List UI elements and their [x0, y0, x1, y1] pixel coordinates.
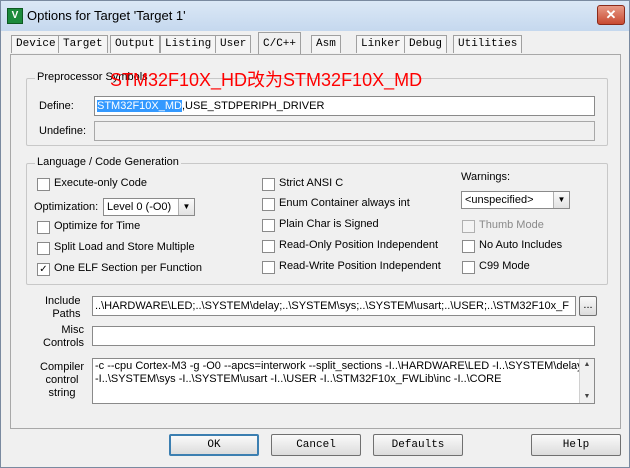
define-selected-text: STM32F10X_MD [97, 100, 182, 112]
close-button[interactable]: ✕ [597, 5, 625, 25]
misc-controls-label: Misc Controls [43, 324, 84, 349]
help-button[interactable]: Help [531, 434, 621, 456]
include-paths-browse-button[interactable]: ... [579, 296, 597, 316]
chevron-down-icon: ▼ [178, 199, 194, 215]
compiler-scrollbar[interactable]: ▲ ▼ [579, 359, 594, 403]
compiler-control-label: Compiler control string [40, 361, 85, 399]
tab-c-cpp[interactable]: C/C++ [258, 32, 302, 54]
optimization-label: Optimization: [34, 201, 99, 213]
language-group: Language / Code Generation Execute-only … [26, 156, 608, 285]
undefine-input[interactable] [94, 121, 595, 141]
define-rest-text: ,USE_STDPERIPH_DRIVER [181, 100, 325, 112]
warnings-label: Warnings: [461, 171, 511, 183]
tab-linker[interactable]: Linker [356, 35, 406, 53]
language-legend: Language / Code Generation [35, 156, 181, 168]
warnings-select[interactable]: <unspecified> ▼ [461, 191, 570, 209]
defaults-button[interactable]: Defaults [373, 434, 463, 456]
tab-debug[interactable]: Debug [404, 35, 448, 53]
title-bar[interactable]: V Options for Target 'Target 1' ✕ [1, 1, 629, 31]
ok-button[interactable]: OK [169, 434, 259, 456]
undefine-label: Undefine: [39, 125, 87, 137]
define-label: Define: [39, 100, 74, 112]
tab-device[interactable]: Device [11, 35, 61, 53]
scroll-up-icon[interactable]: ▲ [580, 359, 594, 371]
include-paths-input[interactable]: ..\HARDWARE\LED;..\SYSTEM\delay;..\SYSTE… [92, 296, 576, 316]
optimization-select[interactable]: Level 0 (-O0) ▼ [103, 198, 195, 216]
include-paths-label: Include Paths [45, 295, 81, 320]
scroll-down-icon[interactable]: ▼ [580, 391, 594, 403]
tab-listing[interactable]: Listing [160, 35, 217, 53]
tab-utilities[interactable]: Utilities [453, 35, 523, 53]
compiler-control-text[interactable]: -c --cpu Cortex-M3 -g -O0 --apcs=interwo… [92, 358, 595, 404]
annotation-note: STM32F10X_HD改为STM32F10X_MD [110, 70, 423, 90]
tab-output[interactable]: Output [110, 35, 160, 53]
window-title: Options for Target 'Target 1' [27, 8, 186, 23]
misc-controls-input[interactable] [92, 326, 595, 346]
tab-user[interactable]: User [215, 35, 252, 53]
chevron-down-icon: ▼ [553, 192, 569, 208]
tab-target[interactable]: Target [58, 35, 108, 53]
keil-app-icon: V [7, 8, 23, 24]
cancel-button[interactable]: Cancel [271, 434, 361, 456]
checkbox-box [37, 178, 50, 191]
define-input[interactable]: STM32F10X_MD,USE_STDPERIPH_DRIVER [94, 96, 595, 116]
tab-asm[interactable]: Asm [311, 35, 341, 53]
check-icon: ✓ [37, 263, 50, 276]
close-icon: ✕ [605, 7, 617, 22]
c-cpp-panel: Preprocessor Symbols Define: STM32F10X_M… [10, 54, 621, 429]
